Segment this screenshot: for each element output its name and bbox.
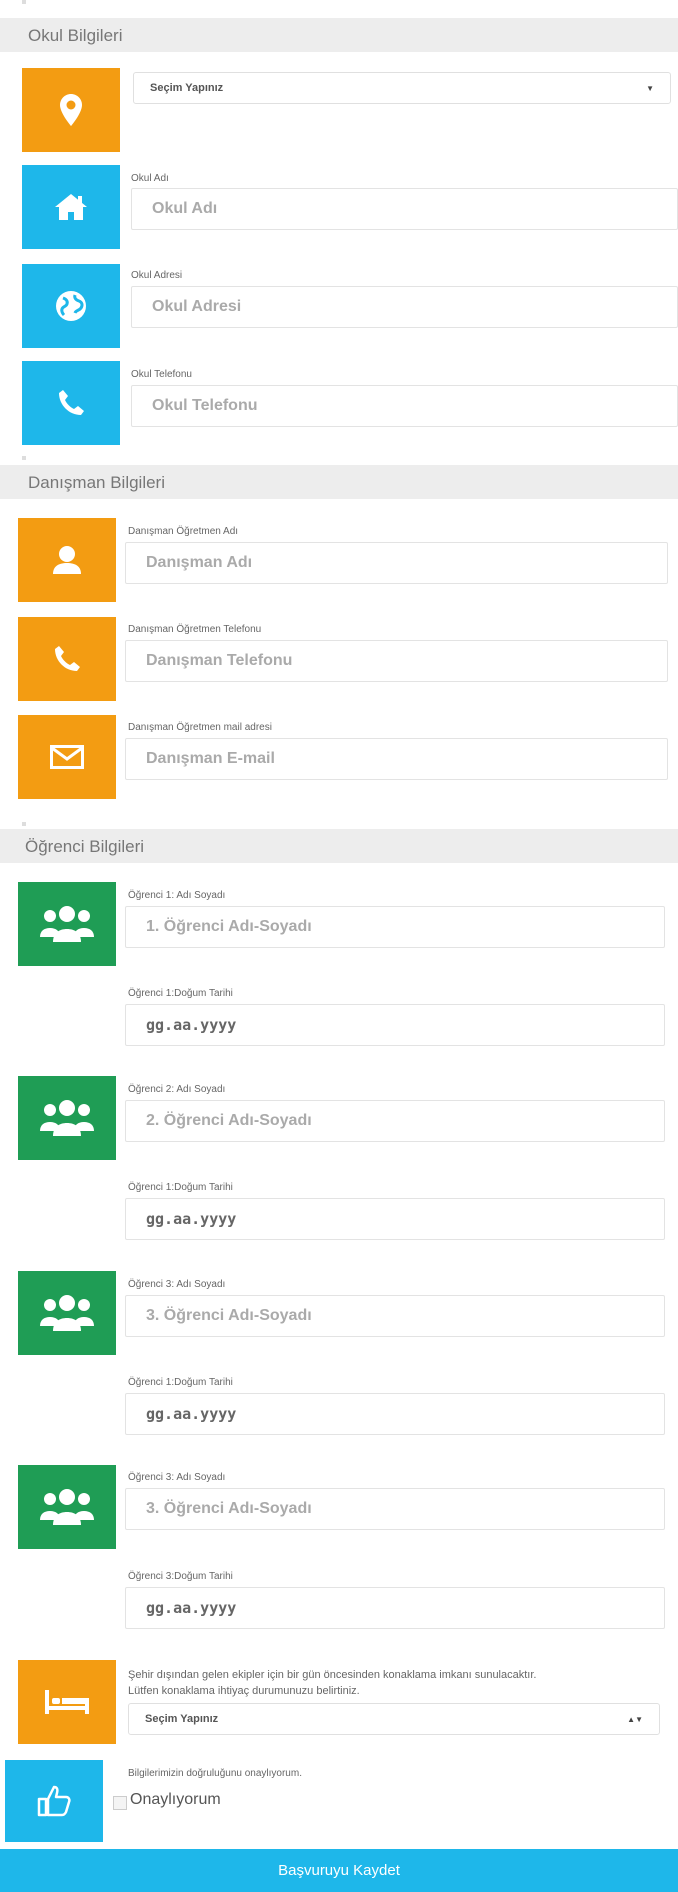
confirm-checkbox-label[interactable]: Onaylıyorum	[130, 1791, 221, 1809]
thumbs-up-icon	[37, 1785, 71, 1817]
users-icon-box	[18, 1076, 116, 1160]
advisor-phone-input[interactable]: Danışman Telefonu	[125, 640, 668, 682]
globe-icon-box	[22, 264, 120, 348]
school-phone-label: Okul Telefonu	[131, 369, 192, 380]
student-1-dob-input[interactable]: gg.aa.yyyy	[125, 1004, 665, 1046]
school-section-title: Okul Bilgileri	[28, 26, 123, 45]
map-marker-icon-box	[22, 68, 120, 152]
students-section-header: Öğrenci Bilgileri	[0, 829, 678, 863]
advisor-name-input[interactable]: Danışman Adı	[125, 542, 668, 584]
student-1-dob-label: Öğrenci 1:Doğum Tarihi	[128, 988, 233, 999]
student-2-dob-input[interactable]: gg.aa.yyyy	[125, 1198, 665, 1240]
accommodation-select-value: Seçim Yapınız	[145, 1713, 219, 1725]
section-divider	[22, 822, 26, 826]
users-icon-box	[18, 1465, 116, 1549]
school-name-input[interactable]: Okul Adı	[131, 188, 678, 230]
section-divider	[22, 0, 26, 4]
school-select[interactable]: Seçim Yapınız ▼	[133, 72, 671, 104]
advisor-section-title: Danışman Bilgileri	[28, 473, 165, 492]
student-3-name-label: Öğrenci 3: Adı Soyadı	[128, 1279, 226, 1290]
accommodation-note: Şehir dışından gelen ekipler için bir gü…	[128, 1667, 536, 1699]
globe-icon	[56, 291, 86, 321]
advisor-email-label: Danışman Öğretmen mail adresi	[128, 722, 272, 733]
accommodation-note-line2: Lütfen konaklama ihtiyaç durumunuzu beli…	[128, 1685, 360, 1697]
phone-icon	[59, 390, 84, 415]
accommodation-select[interactable]: Seçim Yapınız ▲▼	[128, 1703, 660, 1735]
school-address-label: Okul Adresi	[131, 270, 183, 281]
student-4-dob-label: Öğrenci 3:Doğum Tarihi	[128, 1571, 233, 1582]
envelope-icon	[50, 745, 84, 769]
school-address-input[interactable]: Okul Adresi	[131, 286, 678, 328]
users-icon	[40, 1489, 94, 1525]
section-divider	[22, 456, 26, 460]
user-icon	[53, 546, 81, 574]
thumbs-up-icon-box	[5, 1760, 103, 1842]
confirm-checkbox[interactable]	[113, 1796, 127, 1810]
users-icon	[40, 1100, 94, 1136]
student-2-name-input[interactable]: 2. Öğrenci Adı-Soyadı	[125, 1100, 665, 1142]
phone-icon-box	[18, 617, 116, 701]
bed-icon-box	[18, 1660, 116, 1744]
student-3-name-input[interactable]: 3. Öğrenci Adı-Soyadı	[125, 1295, 665, 1337]
caret-down-icon: ▼	[646, 83, 654, 93]
map-marker-icon	[60, 94, 82, 126]
school-select-value: Seçim Yapınız	[150, 82, 224, 94]
advisor-name-label: Danışman Öğretmen Adı	[128, 526, 239, 537]
users-icon-box	[18, 1271, 116, 1355]
student-4-name-input[interactable]: 3. Öğrenci Adı-Soyadı	[125, 1488, 665, 1530]
advisor-phone-label: Danışman Öğretmen Telefonu	[128, 624, 262, 635]
advisor-section-header: Danışman Bilgileri	[0, 465, 678, 499]
student-1-name-input[interactable]: 1. Öğrenci Adı-Soyadı	[125, 906, 665, 948]
home-icon-box	[22, 165, 120, 249]
student-1-name-label: Öğrenci 1: Adı Soyadı	[128, 890, 226, 901]
envelope-icon-box	[18, 715, 116, 799]
submit-button[interactable]: Başvuruyu Kaydet	[0, 1849, 678, 1892]
phone-icon-box	[22, 361, 120, 445]
caret-down-icon: ▲▼	[627, 1714, 643, 1724]
users-icon	[40, 906, 94, 942]
student-3-dob-input[interactable]: gg.aa.yyyy	[125, 1393, 665, 1435]
student-4-name-label: Öğrenci 3: Adı Soyadı	[128, 1472, 226, 1483]
users-icon	[40, 1295, 94, 1331]
accommodation-note-line1: Şehir dışından gelen ekipler için bir gü…	[128, 1669, 537, 1681]
school-name-label: Okul Adı	[131, 173, 169, 184]
phone-icon	[55, 646, 80, 671]
confirm-note: Bilgilerimizin doğruluğunu onaylıyorum.	[128, 1768, 302, 1779]
bed-icon	[45, 1690, 89, 1714]
student-2-dob-label: Öğrenci 1:Doğum Tarihi	[128, 1182, 233, 1193]
advisor-email-input[interactable]: Danışman E-mail	[125, 738, 668, 780]
students-section-title: Öğrenci Bilgileri	[25, 837, 145, 856]
school-phone-input[interactable]: Okul Telefonu	[131, 385, 678, 427]
user-icon-box	[18, 518, 116, 602]
users-icon-box	[18, 882, 116, 966]
school-section-header: Okul Bilgileri	[0, 18, 678, 52]
student-2-name-label: Öğrenci 2: Adı Soyadı	[128, 1084, 226, 1095]
student-3-dob-label: Öğrenci 1:Doğum Tarihi	[128, 1377, 233, 1388]
home-icon	[55, 194, 87, 220]
student-4-dob-input[interactable]: gg.aa.yyyy	[125, 1587, 665, 1629]
